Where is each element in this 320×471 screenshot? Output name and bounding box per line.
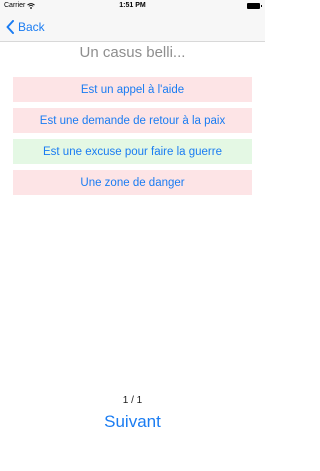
answer-option[interactable]: Est une excuse pour faire la guerre [13, 139, 252, 164]
status-time: 1:51 PM [119, 2, 146, 9]
chevron-left-icon [6, 20, 14, 34]
status-bar: Carrier 1:51 PM [0, 0, 265, 12]
answer-option[interactable]: Est une demande de retour à la paix [13, 108, 252, 133]
answer-option[interactable]: Est un appel à l'aide [13, 77, 252, 102]
answer-list: Est un appel à l'aide Est une demande de… [13, 77, 252, 201]
navigation-bar: Back [0, 12, 265, 42]
question-text: Un casus belli... [79, 44, 186, 61]
question-counter: 1 / 1 [122, 395, 143, 406]
answer-option[interactable]: Une zone de danger [13, 170, 252, 195]
battery-icon [247, 3, 262, 9]
back-button[interactable]: Back [6, 17, 45, 37]
next-button[interactable]: Suivant [104, 412, 161, 431]
back-label: Back [18, 20, 45, 34]
